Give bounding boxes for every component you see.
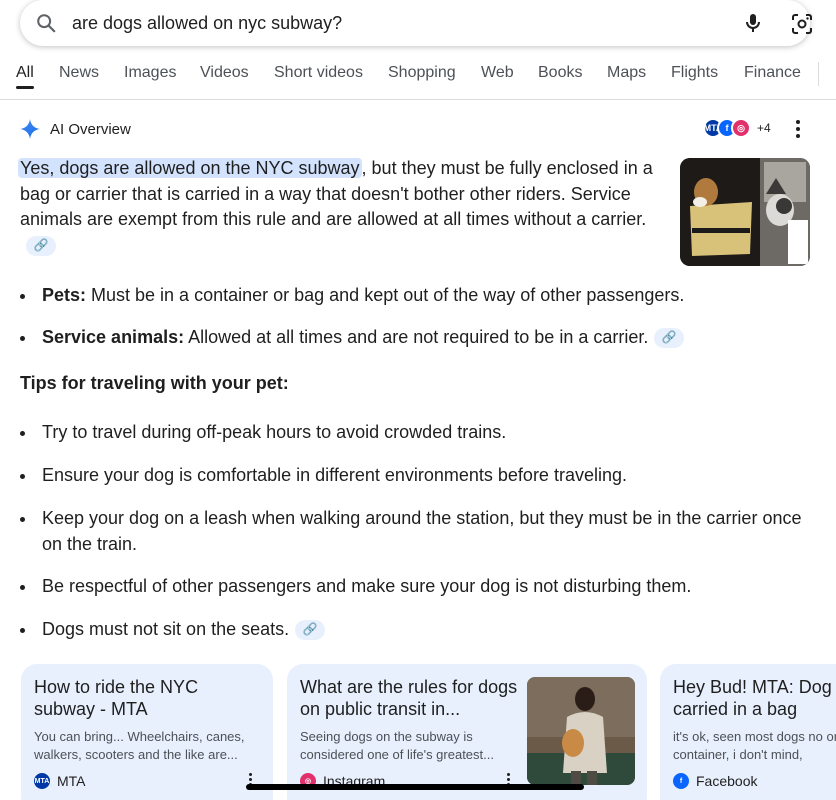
bullet-dot bbox=[20, 294, 25, 299]
mic-icon[interactable] bbox=[741, 11, 765, 35]
bullet-label: Service animals: bbox=[42, 327, 185, 347]
sparkle-icon bbox=[20, 119, 40, 139]
tip-text: Be respectful of other passengers and ma… bbox=[42, 576, 692, 596]
card-snippet: You can bring... Wheelchairs, canes, wal… bbox=[34, 729, 245, 762]
link-icon: 🔗 bbox=[661, 330, 677, 345]
tab-maps[interactable]: Maps bbox=[607, 64, 646, 82]
tabs-divider bbox=[818, 62, 819, 86]
tab-shopping[interactable]: Shopping bbox=[388, 64, 456, 82]
source-avatars[interactable]: MTA f ◎ +4 bbox=[703, 118, 783, 140]
tab-news[interactable]: News bbox=[59, 64, 99, 82]
search-icon bbox=[37, 14, 56, 33]
source-card[interactable]: How to ride the NYC subway - MTA You can… bbox=[21, 664, 273, 800]
more-vert-icon[interactable] bbox=[796, 120, 802, 140]
card-source-name: MTA bbox=[57, 773, 86, 789]
search-bar[interactable]: are dogs allowed on nyc subway? bbox=[20, 0, 812, 46]
bullet-dot bbox=[20, 585, 25, 590]
tip-text: Keep your dog on a leash when walking ar… bbox=[42, 508, 802, 554]
bullet-label: Pets: bbox=[42, 285, 87, 305]
tab-short-videos[interactable]: Short videos bbox=[274, 64, 363, 82]
bullet-text: Must be in a container or bag and kept o… bbox=[86, 285, 685, 305]
bullet-dot bbox=[20, 628, 25, 633]
bullet-dot bbox=[20, 431, 25, 436]
lens-icon[interactable] bbox=[790, 12, 814, 36]
card-source-name: Facebook bbox=[696, 773, 758, 789]
card-snippet: it's ok, seen most dogs no or container,… bbox=[673, 729, 836, 762]
bullet-dot bbox=[20, 336, 25, 341]
tab-all[interactable]: All bbox=[16, 64, 34, 82]
mta-logo-icon: MTA bbox=[34, 773, 50, 789]
tip-text: Ensure your dog is comfortable in differ… bbox=[42, 465, 627, 485]
card-source: MTA MTA bbox=[34, 772, 86, 790]
tab-flights[interactable]: Flights bbox=[671, 64, 718, 82]
citation-link-button[interactable]: 🔗 bbox=[654, 328, 685, 349]
ai-overview-answer: Yes, dogs are allowed on the NYC subway,… bbox=[18, 156, 660, 258]
tab-web[interactable]: Web bbox=[481, 64, 514, 82]
tab-finance[interactable]: Finance bbox=[744, 64, 801, 82]
active-tab-indicator bbox=[16, 86, 34, 89]
ai-overview-header: AI Overview bbox=[20, 118, 131, 140]
card-thumbnail bbox=[527, 677, 635, 785]
tip-text: Try to travel during off-peak hours to a… bbox=[42, 422, 507, 442]
card-title[interactable]: Hey Bud! MTA: Dog be carried in a bag bbox=[673, 676, 836, 720]
tab-images[interactable]: Images bbox=[124, 64, 176, 82]
answer-highlight: Yes, dogs are allowed on the NYC subway bbox=[18, 158, 362, 178]
card-snippet: Seeing dogs on the subway is considered … bbox=[300, 729, 494, 762]
search-tabs: All News Images Videos Short videos Shop… bbox=[0, 56, 836, 100]
dogs-subway-image[interactable] bbox=[680, 158, 810, 266]
tip-text: Dogs must not sit on the seats. bbox=[42, 619, 290, 639]
more-sources-count: +4 bbox=[757, 121, 771, 135]
citation-link-button[interactable]: 🔗 bbox=[26, 236, 56, 257]
bullet-text: Allowed at all times and are not require… bbox=[184, 327, 649, 347]
bullet-dot bbox=[20, 517, 25, 522]
citation-link-button[interactable]: 🔗 bbox=[295, 620, 326, 641]
source-card[interactable]: Hey Bud! MTA: Dog be carried in a bag it… bbox=[660, 664, 836, 800]
home-indicator[interactable] bbox=[246, 784, 584, 790]
link-icon: 🔗 bbox=[302, 622, 318, 637]
tips-heading: Tips for traveling with your pet: bbox=[20, 373, 289, 393]
ai-overview-title: AI Overview bbox=[50, 120, 131, 138]
bullet-dot bbox=[20, 474, 25, 479]
card-source: f Facebook bbox=[673, 772, 757, 790]
search-input[interactable]: are dogs allowed on nyc subway? bbox=[72, 13, 342, 34]
tab-videos[interactable]: Videos bbox=[200, 64, 249, 82]
instagram-icon: ◎ bbox=[731, 118, 751, 138]
card-title[interactable]: How to ride the NYC subway - MTA bbox=[34, 676, 262, 720]
tab-books[interactable]: Books bbox=[538, 64, 582, 82]
source-card[interactable]: What are the rules for dogs on public tr… bbox=[287, 664, 647, 800]
link-icon: 🔗 bbox=[33, 238, 49, 253]
facebook-icon: f bbox=[673, 773, 689, 789]
card-title[interactable]: What are the rules for dogs on public tr… bbox=[300, 676, 522, 720]
